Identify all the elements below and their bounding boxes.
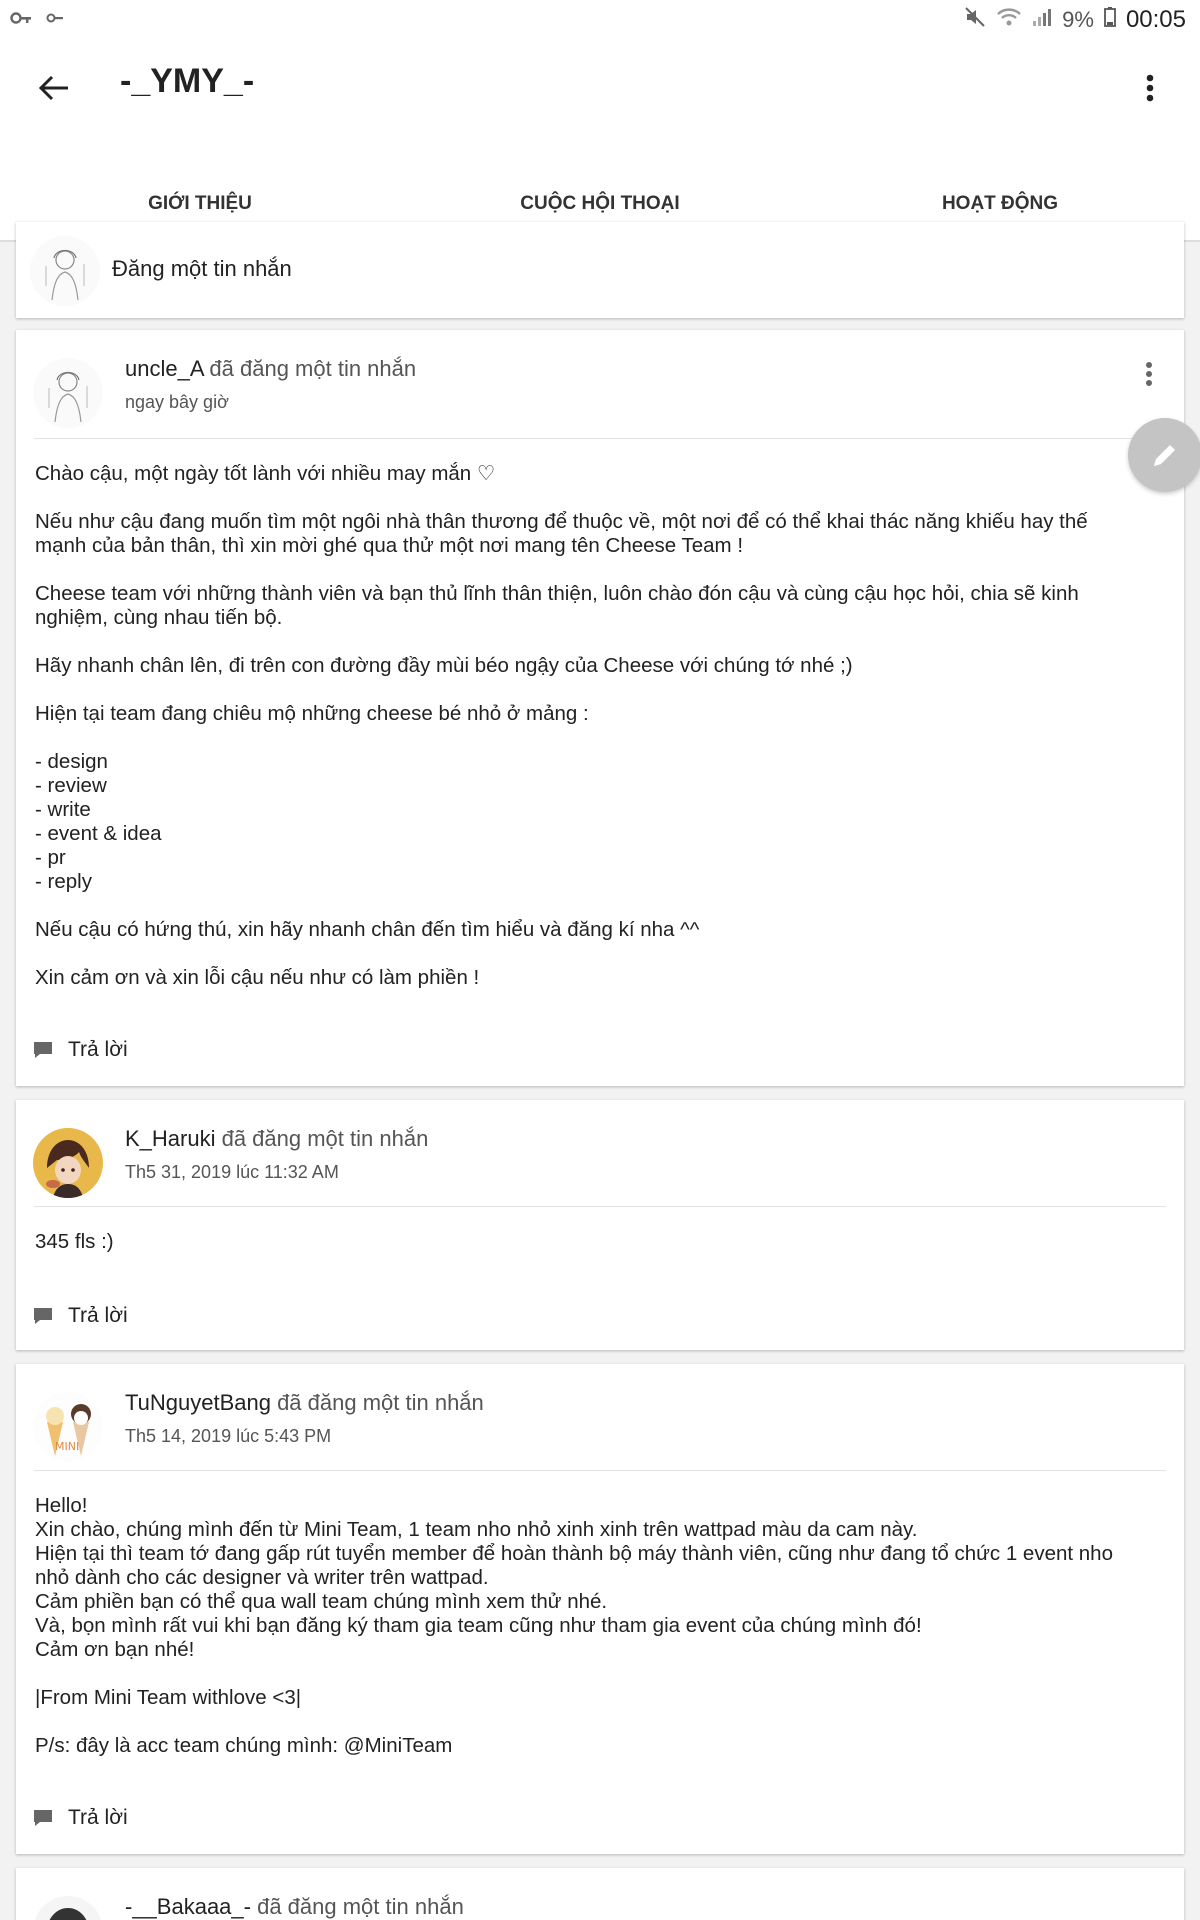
post-body: Chào cậu, một ngày tốt lành với nhiều ma…	[35, 462, 1088, 989]
signal-icon	[1032, 6, 1052, 34]
author-name[interactable]: uncle_A	[125, 356, 203, 381]
post-action-text: đã đăng một tin nhắn	[270, 1390, 484, 1415]
post-menu-button[interactable]	[1134, 354, 1164, 394]
post-action-text: đã đăng một tin nhắn	[215, 1126, 429, 1151]
author-name[interactable]: TuNguyetBang	[125, 1390, 271, 1415]
avatar[interactable]: MINI	[33, 1392, 103, 1462]
divider	[34, 1206, 1166, 1207]
reply-label: Trả lời	[68, 1038, 128, 1061]
app-bar: -_YMY_- GIỚI THIỆU CUỘC HỘI THOẠI HOẠT Đ…	[0, 38, 1200, 242]
post-author-line: -__Bakaaa_- đã đăng một tin nhắn	[125, 1894, 464, 1920]
comment-icon	[34, 1810, 52, 1826]
message-card: K_Haruki đã đăng một tin nhắn Th5 31, 20…	[16, 1100, 1184, 1350]
compose-label: Đăng một tin nhắn	[112, 256, 292, 281]
overflow-menu-button[interactable]	[1130, 64, 1170, 112]
divider	[34, 438, 1166, 439]
message-card: MINI TuNguyetBang đã đăng một tin nhắn T…	[16, 1364, 1184, 1854]
battery-icon	[1104, 6, 1116, 34]
avatar[interactable]	[33, 1896, 103, 1920]
author-name[interactable]: -__Bakaaa_-	[125, 1894, 251, 1919]
svg-text:MINI: MINI	[55, 1440, 79, 1453]
post-author-line: K_Haruki đã đăng một tin nhắn	[125, 1126, 428, 1152]
avatar[interactable]	[33, 358, 103, 428]
key-icon	[46, 8, 64, 33]
comment-icon	[34, 1308, 52, 1324]
vpn-key-icon	[10, 8, 32, 33]
post-timestamp: Th5 31, 2019 lúc 11:32 AM	[125, 1162, 339, 1182]
reply-label: Trả lời	[68, 1806, 128, 1829]
arrow-back-icon	[38, 75, 68, 101]
avatar	[30, 236, 100, 306]
avatar[interactable]	[33, 1128, 103, 1198]
compose-fab-button[interactable]	[1128, 418, 1200, 492]
back-button[interactable]	[30, 64, 78, 112]
mute-icon	[964, 6, 986, 34]
message-card: uncle_A đã đăng một tin nhắn ngay bây gi…	[16, 330, 1184, 1086]
divider	[34, 1470, 1166, 1471]
page-title: -_YMY_-	[120, 62, 255, 100]
more-vert-icon	[1146, 362, 1152, 386]
post-action-text: đã đăng một tin nhắn	[203, 356, 417, 381]
battery-percent: 9%	[1062, 7, 1094, 32]
reply-button[interactable]: Trả lời	[32, 1038, 128, 1062]
post-author-line: TuNguyetBang đã đăng một tin nhắn	[125, 1390, 484, 1416]
compose-message-card[interactable]: Đăng một tin nhắn	[16, 222, 1184, 318]
comment-icon	[34, 1042, 52, 1058]
post-author-line: uncle_A đã đăng một tin nhắn	[125, 356, 416, 382]
pencil-icon	[1154, 445, 1175, 466]
more-vert-icon	[1146, 74, 1154, 102]
message-card: -__Bakaaa_- đã đăng một tin nhắn	[16, 1868, 1184, 1920]
status-bar: 9% 00:05	[0, 0, 1200, 38]
post-body: 345 fls :)	[35, 1230, 114, 1253]
reply-button[interactable]: Trả lời	[32, 1806, 128, 1830]
wifi-icon	[996, 6, 1022, 34]
post-timestamp: Th5 14, 2019 lúc 5:43 PM	[125, 1426, 332, 1446]
author-name[interactable]: K_Haruki	[125, 1126, 215, 1151]
reply-label: Trả lời	[68, 1304, 128, 1327]
reply-button[interactable]: Trả lời	[32, 1304, 128, 1328]
post-action-text: đã đăng một tin nhắn	[250, 1894, 464, 1919]
post-timestamp: ngay bây giờ	[125, 392, 229, 412]
post-body: Hello! Xin chào, chúng mình đến từ Mini …	[35, 1494, 1113, 1757]
clock: 00:05	[1125, 6, 1186, 33]
